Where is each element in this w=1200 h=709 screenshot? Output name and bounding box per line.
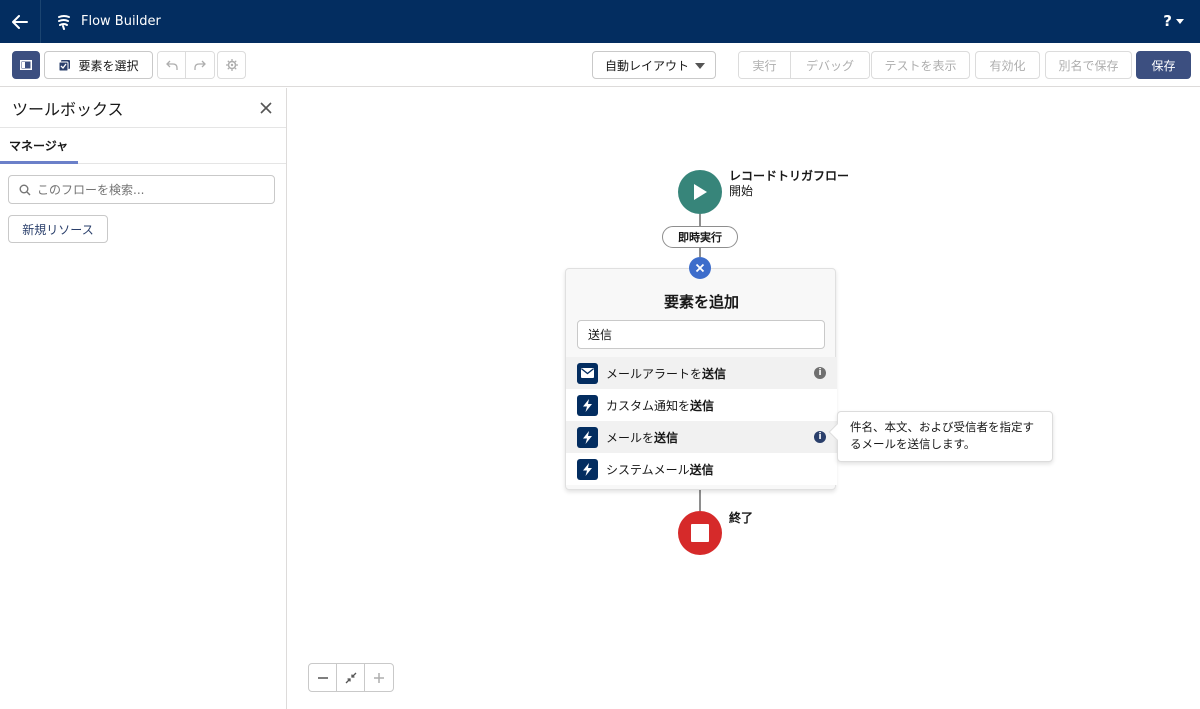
tooltip-line: 件名、本文、および受信者を指定す <box>850 420 1034 434</box>
end-node[interactable] <box>678 511 722 555</box>
path-label-pill[interactable]: 即時実行 <box>662 226 738 248</box>
stop-icon <box>691 524 709 542</box>
toolbox-search <box>8 175 275 204</box>
save-as-button[interactable]: 別名で保存 <box>1045 51 1132 79</box>
layout-select-value: 自動レイアウト <box>605 58 690 73</box>
info-icon[interactable]: i <box>814 367 826 379</box>
caret-down-icon <box>695 63 705 69</box>
zoom-in-button[interactable] <box>365 664 393 691</box>
redo-button[interactable] <box>186 52 214 78</box>
element-description-tooltip: 件名、本文、および受信者を指定す るメールを送信します。 <box>828 411 1053 462</box>
popover-title: 要素を追加 <box>663 293 739 311</box>
close-icon[interactable] <box>258 100 274 116</box>
envelope-icon <box>577 362 598 384</box>
lightning-icon <box>577 394 598 416</box>
help-menu[interactable]: ? <box>1163 12 1184 30</box>
run-label: 実行 <box>752 58 777 73</box>
play-icon <box>694 184 707 200</box>
select-elements-button[interactable]: 要素を選択 <box>44 51 153 79</box>
start-node-subtitle: 開始 <box>729 184 754 198</box>
app-title: Flow Builder <box>81 14 161 29</box>
minus-icon <box>317 676 328 679</box>
flow-canvas[interactable]: レコードトリガフロー 開始 即時実行 要素を追加 メールアラートを送信 i カス… <box>288 88 1200 709</box>
undo-icon <box>165 60 178 70</box>
run-debug-group: 実行 デバッグ <box>738 51 870 79</box>
activate-label: 有効化 <box>989 58 1026 73</box>
active-tab-indicator <box>0 161 78 164</box>
save-button[interactable]: 保存 <box>1136 51 1191 79</box>
close-popover-button[interactable] <box>689 257 711 279</box>
tab-manager[interactable]: マネージャ <box>0 128 286 164</box>
activate-button[interactable]: 有効化 <box>975 51 1040 79</box>
debug-label: デバッグ <box>805 58 854 73</box>
new-resource-button[interactable]: 新規リソース <box>8 215 108 243</box>
undo-button[interactable] <box>158 52 186 78</box>
gear-icon <box>225 59 238 71</box>
item-match: 送信 <box>690 398 715 413</box>
item-match: 送信 <box>654 430 679 445</box>
redo-icon <box>194 60 206 70</box>
run-button[interactable]: 実行 <box>739 52 791 78</box>
arrow-left-icon <box>12 14 28 29</box>
lightning-icon <box>577 426 598 448</box>
item-match: 送信 <box>689 462 714 477</box>
tab-manager-label: マネージャ <box>9 139 69 153</box>
save-as-label: 別名で保存 <box>1058 58 1119 73</box>
plus-icon <box>374 672 384 683</box>
help-label: ? <box>1163 12 1172 30</box>
select-elements-label: 要素を選択 <box>78 58 139 73</box>
new-resource-label: 新規リソース <box>22 222 94 237</box>
connector-line <box>699 214 701 226</box>
list-item-send-email-alert[interactable]: メールアラートを 送信 i <box>566 357 837 389</box>
connector-line <box>699 248 701 257</box>
item-prefix: カスタム通知を <box>606 398 691 413</box>
list-item-send-custom-notification[interactable]: カスタム通知を 送信 <box>566 389 837 421</box>
zoom-out-button[interactable] <box>309 664 337 691</box>
flow-logo-icon <box>55 13 73 31</box>
contract-icon <box>345 672 356 683</box>
item-prefix: メールを <box>606 430 655 445</box>
info-icon[interactable]: i <box>814 431 826 443</box>
element-search-input[interactable] <box>577 320 825 349</box>
toolbox-header: ツールボックス <box>0 88 286 128</box>
panel-left-icon <box>20 60 32 70</box>
toggle-toolbox-button[interactable] <box>12 51 40 79</box>
end-node-label: 終了 <box>729 511 754 525</box>
save-label: 保存 <box>1151 58 1176 73</box>
settings-button[interactable] <box>217 51 246 79</box>
item-prefix: システムメール <box>606 462 690 477</box>
list-item-send-email[interactable]: メールを 送信 i <box>566 421 837 453</box>
layout-select[interactable]: 自動レイアウト <box>592 51 716 79</box>
view-tests-button[interactable]: テストを表示 <box>871 51 970 79</box>
toolbar: 要素を選択 自動レイアウト 実行 デバッグ テストを表示 有効化 別名で保存 保… <box>0 43 1200 87</box>
select-icon <box>58 59 71 71</box>
tooltip-line: るメールを送信します。 <box>850 437 976 451</box>
global-header: Flow Builder ? <box>0 0 1200 43</box>
start-node[interactable] <box>678 170 722 214</box>
fit-view-button[interactable] <box>337 664 365 691</box>
zoom-controls <box>308 663 394 692</box>
toolbox-panel: ツールボックス マネージャ 新規リソース <box>0 88 287 709</box>
connector-line <box>699 490 701 511</box>
path-label: 即時実行 <box>678 231 722 244</box>
debug-button[interactable]: デバッグ <box>791 52 869 78</box>
close-icon <box>695 263 705 273</box>
add-element-popover: 要素を追加 メールアラートを送信 i カスタム通知を送信 メールを送信 <box>565 268 837 490</box>
list-item-send-system-email[interactable]: システムメール 送信 <box>566 453 837 485</box>
undo-redo-group <box>157 51 215 79</box>
toolbox-search-input[interactable] <box>37 182 257 197</box>
toolbox-title: ツールボックス <box>12 99 124 119</box>
lightning-icon <box>577 458 598 480</box>
caret-down-icon <box>1176 18 1184 24</box>
search-icon <box>19 184 31 195</box>
element-list: メールアラートを 送信 i カスタム通知を 送信 メールを 送信 i システムメ… <box>566 357 837 485</box>
item-prefix: メールアラートを <box>606 366 703 381</box>
item-match: 送信 <box>702 366 727 381</box>
view-tests-label: テストを表示 <box>884 58 957 73</box>
back-button[interactable] <box>0 0 41 43</box>
